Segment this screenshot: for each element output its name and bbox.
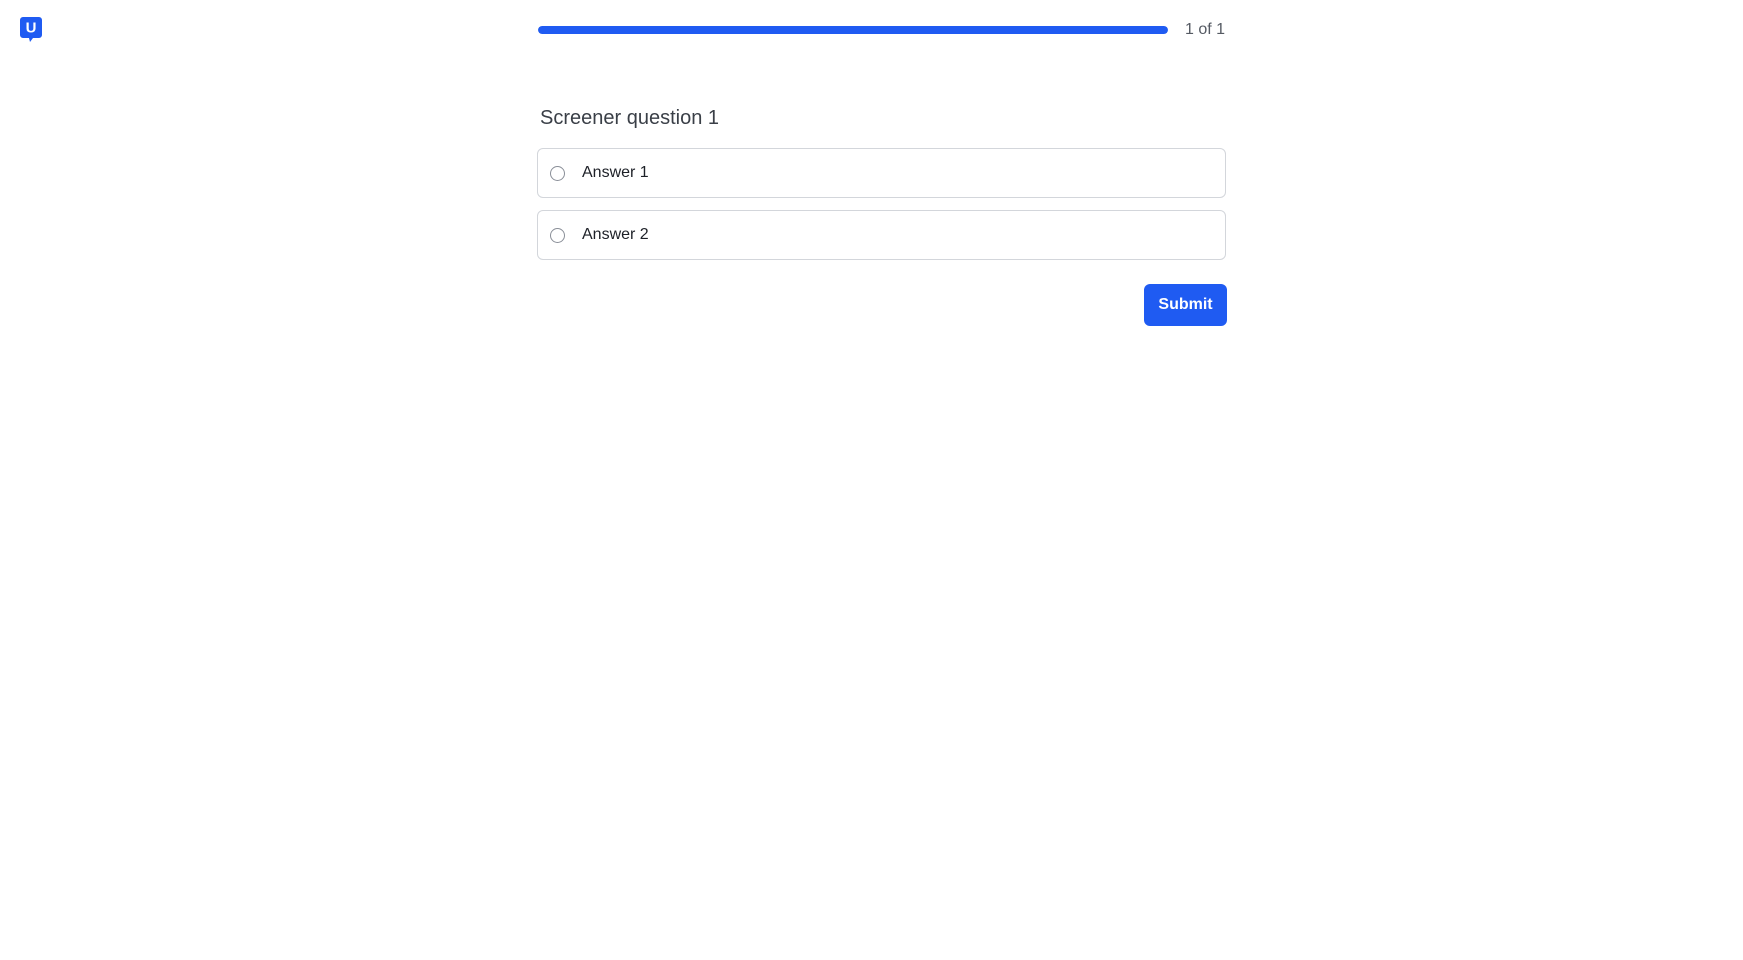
svg-text:U: U: [26, 20, 37, 37]
progress-bar-fill: [538, 26, 1168, 34]
answer-option-label: Answer 2: [582, 226, 649, 243]
progress-indicator: 1 of 1: [538, 21, 1232, 38]
radio-button-icon[interactable]: [550, 165, 565, 181]
submit-button[interactable]: Submit: [1144, 284, 1227, 326]
answer-option-1[interactable]: Answer 1: [537, 148, 1226, 198]
progress-text: 1 of 1: [1185, 21, 1226, 38]
radio-button-icon[interactable]: [550, 227, 565, 243]
question-title: Screener question 1: [540, 107, 720, 129]
answer-option-label: Answer 1: [582, 164, 649, 181]
brand-logo-icon: U: [20, 17, 42, 45]
progress-bar: [538, 26, 1168, 34]
question-card: Screener question 1 Answer 1 Answer 2: [537, 104, 1226, 272]
answer-option-2[interactable]: Answer 2: [537, 210, 1226, 260]
